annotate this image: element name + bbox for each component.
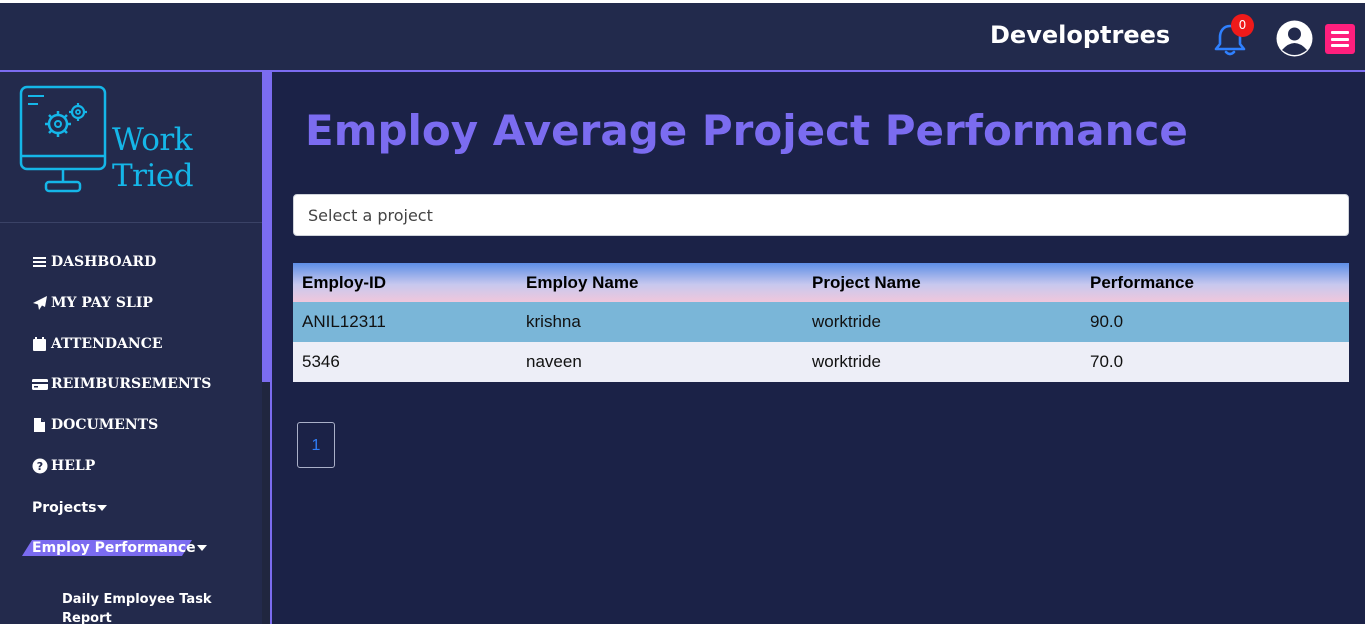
cell-employ-name: krishna <box>517 302 803 342</box>
sidebar-item-employ-performance[interactable]: Employ Performance <box>32 540 207 556</box>
column-header-employ-name: Employ Name <box>517 263 803 302</box>
sidebar-item-dashboard[interactable]: DASHBOARD <box>32 254 156 270</box>
file-icon <box>34 418 45 432</box>
caret-down-icon <box>196 545 207 551</box>
table-row: 5346 naveen worktride 70.0 <box>293 342 1349 382</box>
logo-text: Work Tried <box>112 122 194 194</box>
question-circle-icon: ? <box>32 458 48 474</box>
sidebar-item-documents[interactable]: DOCUMENTS <box>32 417 158 433</box>
table-row: ANIL12311 krishna worktride 90.0 <box>293 302 1349 342</box>
caret-down-icon <box>97 505 108 511</box>
divider <box>0 222 262 223</box>
cell-employ-id: ANIL12311 <box>293 302 517 342</box>
calendar-icon <box>33 337 46 351</box>
page-title: Employ Average Project Performance <box>305 106 1188 155</box>
column-header-performance: Performance <box>1081 263 1349 302</box>
table-header-row: Employ-ID Employ Name Project Name Perfo… <box>293 263 1349 302</box>
cell-performance: 90.0 <box>1081 302 1349 342</box>
sidebar-item-reimbursements[interactable]: REIMBURSEMENTS <box>32 376 211 392</box>
bars-icon <box>33 257 46 267</box>
sidebar-item-projects[interactable]: Projects <box>32 500 108 516</box>
top-navbar: Developtrees 0 <box>0 0 1365 72</box>
computer-gear-logo-icon <box>19 85 107 193</box>
sidebar-item-label: HELP <box>51 458 96 474</box>
sidebar-scrollbar-thumb[interactable] <box>262 72 270 382</box>
sidebar-item-label: MY PAY SLIP <box>51 295 153 311</box>
sidebar-item-label: DOCUMENTS <box>51 417 159 433</box>
sidebar: Work Tried DASHBOARD MY PAY SLIP ATTENDA… <box>0 72 272 624</box>
cell-project-name: worktride <box>803 302 1081 342</box>
column-header-project-name: Project Name <box>803 263 1081 302</box>
pagination-page-button[interactable]: 1 <box>297 422 335 468</box>
svg-text:?: ? <box>37 460 43 473</box>
sidebar-item-attendance[interactable]: ATTENDANCE <box>32 336 163 352</box>
sidebar-item-label: REIMBURSEMENTS <box>51 376 212 392</box>
hamburger-menu-button[interactable] <box>1325 24 1355 54</box>
column-header-employ-id: Employ-ID <box>293 263 517 302</box>
cell-employ-name: naveen <box>517 342 803 382</box>
cell-project-name: worktride <box>803 342 1081 382</box>
sidebar-item-my-pay-slip[interactable]: MY PAY SLIP <box>32 295 153 311</box>
sidebar-item-label: Projects <box>32 500 97 516</box>
user-avatar-icon[interactable] <box>1276 20 1313 57</box>
performance-table: Employ-ID Employ Name Project Name Perfo… <box>293 263 1349 382</box>
project-select[interactable]: Select a project <box>293 194 1349 236</box>
brand-name: Developtrees <box>990 21 1171 49</box>
sidebar-item-help[interactable]: ? HELP <box>32 458 95 474</box>
cell-performance: 70.0 <box>1081 342 1349 382</box>
paper-plane-icon <box>33 296 47 310</box>
sidebar-subitem-daily-task-report[interactable]: Daily Employee Task Report <box>62 590 212 624</box>
sidebar-item-label: Employ Performance <box>32 540 196 556</box>
sidebar-item-label: ATTENDANCE <box>51 336 163 352</box>
notification-badge: 0 <box>1231 14 1254 37</box>
cell-employ-id: 5346 <box>293 342 517 382</box>
credit-card-icon <box>32 379 48 390</box>
sidebar-item-label: DASHBOARD <box>51 254 157 270</box>
